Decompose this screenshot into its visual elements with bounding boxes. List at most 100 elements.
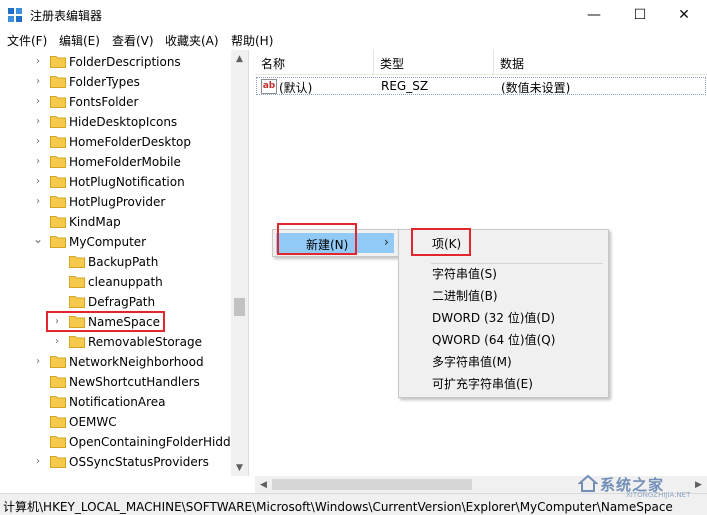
menu-item-qword-value[interactable]: QWORD (64 位)值(Q) xyxy=(401,327,604,349)
tree-item[interactable]: › HotPlugProvider xyxy=(0,192,232,212)
menu-item-label: DWORD (32 位)值(D) xyxy=(432,311,555,325)
maximize-button[interactable]: ☐ xyxy=(617,0,663,30)
tree-item-label: OEMWC xyxy=(69,415,117,429)
tree-item[interactable]: DefragPath xyxy=(0,292,232,312)
scroll-down-arrow-icon[interactable]: ▼ xyxy=(231,459,248,476)
tree-item[interactable]: › FontsFolder xyxy=(0,92,232,112)
folder-icon xyxy=(50,196,66,208)
tree-item[interactable]: KindMap xyxy=(0,212,232,232)
chevron-right-icon[interactable]: › xyxy=(33,136,43,148)
chevron-right-icon[interactable]: › xyxy=(33,116,43,128)
maximize-icon: ☐ xyxy=(633,7,647,23)
tree-item-label: HomeFolderDesktop xyxy=(69,135,192,149)
list-header: 名称 类型 数据 xyxy=(255,50,707,75)
chevron-right-icon[interactable]: › xyxy=(33,176,43,188)
chevron-right-icon[interactable]: › xyxy=(33,76,43,88)
menu-item-string-value[interactable]: 字符串值(S) xyxy=(401,261,604,283)
tree-item[interactable]: › HomeFolderDesktop xyxy=(0,132,232,152)
watermark-logo: 系统之家 XITONGZHIJIA.NET xyxy=(578,472,702,499)
tree-item[interactable]: › HotPlugNotification xyxy=(0,172,232,192)
menu-item-dword-value[interactable]: DWORD (32 位)值(D) xyxy=(401,305,604,327)
tree-item[interactable]: NewShortcutHandlers xyxy=(0,372,232,392)
menu-view[interactable]: 查看(V) xyxy=(112,32,154,49)
close-icon: ✕ xyxy=(678,7,690,23)
tree-item-label: OpenContainingFolderHidde xyxy=(69,435,238,449)
chevron-right-icon[interactable]: › xyxy=(33,96,43,108)
chevron-down-icon[interactable]: ⌄ xyxy=(33,233,43,245)
folder-icon xyxy=(50,376,66,388)
submenu-arrow-icon: › xyxy=(384,235,389,249)
scroll-up-arrow-icon[interactable]: ▲ xyxy=(231,50,248,67)
list-scroll-thumb[interactable] xyxy=(272,479,472,490)
close-button[interactable]: ✕ xyxy=(661,0,707,30)
tree-item[interactable]: › HomeFolderMobile xyxy=(0,152,232,172)
chevron-right-icon[interactable]: › xyxy=(52,336,62,348)
menu-item-multi-string-value[interactable]: 多字符串值(M) xyxy=(401,349,604,371)
registry-editor-icon xyxy=(8,8,22,22)
tree-item[interactable]: OpenContainingFolderHidde xyxy=(0,432,238,452)
tree-item-label: OSSyncStatusProviders xyxy=(69,455,209,469)
tree-item-label: NetworkNeighborhood xyxy=(69,355,204,369)
chevron-right-icon[interactable]: › xyxy=(33,156,43,168)
folder-icon xyxy=(50,436,66,448)
column-header-type[interactable]: 类型 xyxy=(380,55,404,72)
tree-item-label: FolderDescriptions xyxy=(69,55,181,69)
folder-icon xyxy=(50,156,66,168)
tree-item[interactable]: BackupPath xyxy=(0,252,232,272)
folder-icon xyxy=(50,116,66,128)
menu-help[interactable]: 帮助(H) xyxy=(231,32,273,49)
folder-icon xyxy=(50,416,66,428)
menu-favorites[interactable]: 收藏夹(A) xyxy=(165,32,219,49)
string-value-icon: ab xyxy=(261,79,277,94)
tree-scroll-thumb[interactable] xyxy=(234,298,245,316)
folder-icon xyxy=(50,96,66,108)
menu-file[interactable]: 文件(F) xyxy=(7,32,47,49)
tree-item-label: HideDesktopIcons xyxy=(69,115,178,129)
tree-item[interactable]: › FolderTypes xyxy=(0,72,232,92)
tree-item[interactable]: › RemovableStorage xyxy=(0,332,232,352)
tree-item-label: NewShortcutHandlers xyxy=(69,375,200,389)
scroll-left-arrow-icon[interactable]: ◀ xyxy=(255,476,272,493)
tree-item[interactable]: › OSSyncStatusProviders xyxy=(0,452,232,472)
tree-vertical-scrollbar[interactable]: ▲ ▼ xyxy=(231,50,248,476)
registry-tree: › FolderDescriptions › FolderTypes › FontsFol… xyxy=(0,50,249,476)
chevron-right-icon[interactable]: › xyxy=(33,56,43,68)
chevron-right-icon[interactable]: › xyxy=(33,456,43,468)
chevron-right-icon[interactable]: › xyxy=(33,196,43,208)
folder-icon xyxy=(69,276,85,288)
column-header-data[interactable]: 数据 xyxy=(500,55,524,72)
table-row[interactable]: ab (默认) REG_SZ (数值未设置) xyxy=(256,77,706,95)
folder-icon xyxy=(50,456,66,468)
tree-item[interactable]: cleanuppath xyxy=(0,272,232,292)
tree-item-label: FontsFolder xyxy=(69,95,139,109)
tree-item[interactable]: NotificationArea xyxy=(0,392,232,412)
folder-icon xyxy=(50,356,66,368)
value-data: (数值未设置) xyxy=(501,81,571,95)
folder-icon xyxy=(69,256,85,268)
menu-edit[interactable]: 编辑(E) xyxy=(59,32,100,49)
key-path: 计算机\HKEY_LOCAL_MACHINE\SOFTWARE\Microsof… xyxy=(3,500,673,514)
tree-item[interactable]: › HideDesktopIcons xyxy=(0,112,232,132)
minimize-button[interactable]: — xyxy=(571,0,617,30)
tree-item-label: BackupPath xyxy=(88,255,159,269)
column-header-name[interactable]: 名称 xyxy=(261,55,285,72)
chevron-right-icon[interactable]: › xyxy=(33,356,43,368)
tree-item-label: RemovableStorage xyxy=(88,335,202,349)
tree-item-label: cleanuppath xyxy=(88,275,163,289)
tree-item[interactable]: ⌄ MyComputer xyxy=(0,232,232,252)
column-divider[interactable] xyxy=(493,50,494,74)
column-divider[interactable] xyxy=(373,50,374,74)
tree-item[interactable]: OEMWC xyxy=(0,412,232,432)
tree-item-label: HotPlugNotification xyxy=(69,175,185,189)
folder-icon xyxy=(50,396,66,408)
menu-item-label: 多字符串值(M) xyxy=(432,355,512,369)
tree-item-label: KindMap xyxy=(69,215,121,229)
tree-item-label: HotPlugProvider xyxy=(69,195,166,209)
menu-item-label: 可扩充字符串值(E) xyxy=(432,377,533,391)
key-highlight-box xyxy=(411,228,471,256)
menu-item-expandable-string-value[interactable]: 可扩充字符串值(E) xyxy=(401,371,604,393)
menu-item-binary-value[interactable]: 二进制值(B) xyxy=(401,283,604,305)
tree-item[interactable]: › FolderDescriptions xyxy=(0,52,232,72)
folder-icon xyxy=(50,236,66,248)
tree-item[interactable]: › NetworkNeighborhood xyxy=(0,352,232,372)
